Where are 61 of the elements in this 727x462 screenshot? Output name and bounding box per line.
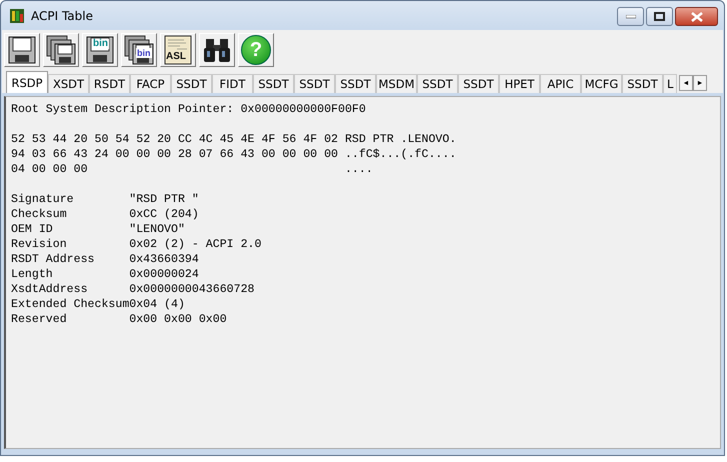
icon-label: bin [136,48,152,58]
maximize-icon [654,12,665,21]
hex-bytes: 04 00 00 00 [11,162,89,177]
ascii-text: ..fC$...(.fC.... [344,147,456,162]
document-button[interactable]: ASL [160,33,196,67]
table-tab[interactable]: SSDT [253,74,294,93]
save-all-button[interactable]: bin [121,33,157,67]
hex-bytes: 94 03 66 43 24 00 00 00 28 07 66 43 00 00 00 00 [11,147,339,162]
table-tab[interactable]: MCFG [581,74,622,93]
table-tab[interactable]: FIDT [212,74,253,93]
table-tab[interactable]: SSDT [335,74,376,93]
field-value: 0xCC (204) [129,207,199,222]
hex-bytes: 52 53 44 20 50 54 52 20 CC 4C 45 4E 4F 56 4F 02 [11,132,339,147]
heading-text: Root System Description Pointer: 0x00000000000F00F0 [11,102,367,117]
table-tab[interactable]: L [663,74,677,93]
maximize-button[interactable] [646,7,673,26]
field-value: 0x43660394 [129,252,199,267]
minimize-icon [626,14,636,18]
ascii-text: .... [344,162,373,177]
table-tab[interactable]: SSDT [294,74,335,93]
table-tab[interactable]: RSDP [6,71,48,93]
window-title: ACPI Table [31,8,94,22]
field-label: Extended Checksum [11,297,130,312]
table-tab[interactable]: MSDM [376,74,417,93]
field-label: RSDT Address [11,252,96,267]
ascii-text: RSD PTR .LENOVO. [344,132,456,147]
field-label: OEM ID [11,222,54,237]
field-value: "RSD PTR " [129,192,199,207]
table-tab[interactable]: HPET [499,74,540,93]
close-button[interactable] [675,7,718,26]
table-tab[interactable]: RSDT [89,74,130,93]
table-tab[interactable]: FACP [130,74,171,93]
field-label: XsdtAddress [11,282,89,297]
field-label: Length [11,267,54,282]
field-value: 0x02 (2) - ACPI 2.0 [129,237,262,252]
table-tab[interactable]: SSDT [417,74,458,93]
field-value: 0x0000000043660728 [129,282,254,297]
find-button[interactable] [199,33,235,67]
app-icon [9,8,25,24]
field-label: Signature [11,192,75,207]
save-all-button[interactable] [43,33,79,67]
field-value: "LENOVO" [129,222,185,237]
floppy-disk-icon [46,35,76,65]
field-label: Reserved [11,312,68,327]
close-icon [690,12,702,22]
document-icon [163,35,193,65]
field-value: 0x04 (4) [129,297,185,312]
table-tab[interactable]: SSDT [171,74,212,93]
table-tab[interactable]: SSDT [458,74,499,93]
save-button[interactable]: bin [82,33,118,67]
minimize-button[interactable] [617,7,644,26]
field-value: 0x00 0x00 0x00 [129,312,227,327]
field-value: 0x00000024 [129,267,199,282]
table-tab[interactable]: XSDT [48,74,89,93]
field-label: Revision [11,237,68,252]
icon-label: ASL [166,52,186,62]
field-label: Checksum [11,207,68,222]
table-tab[interactable]: APIC [540,74,581,93]
icon-label: bin [92,39,109,49]
save-button[interactable] [4,33,40,67]
table-tab[interactable]: SSDT [622,74,663,93]
